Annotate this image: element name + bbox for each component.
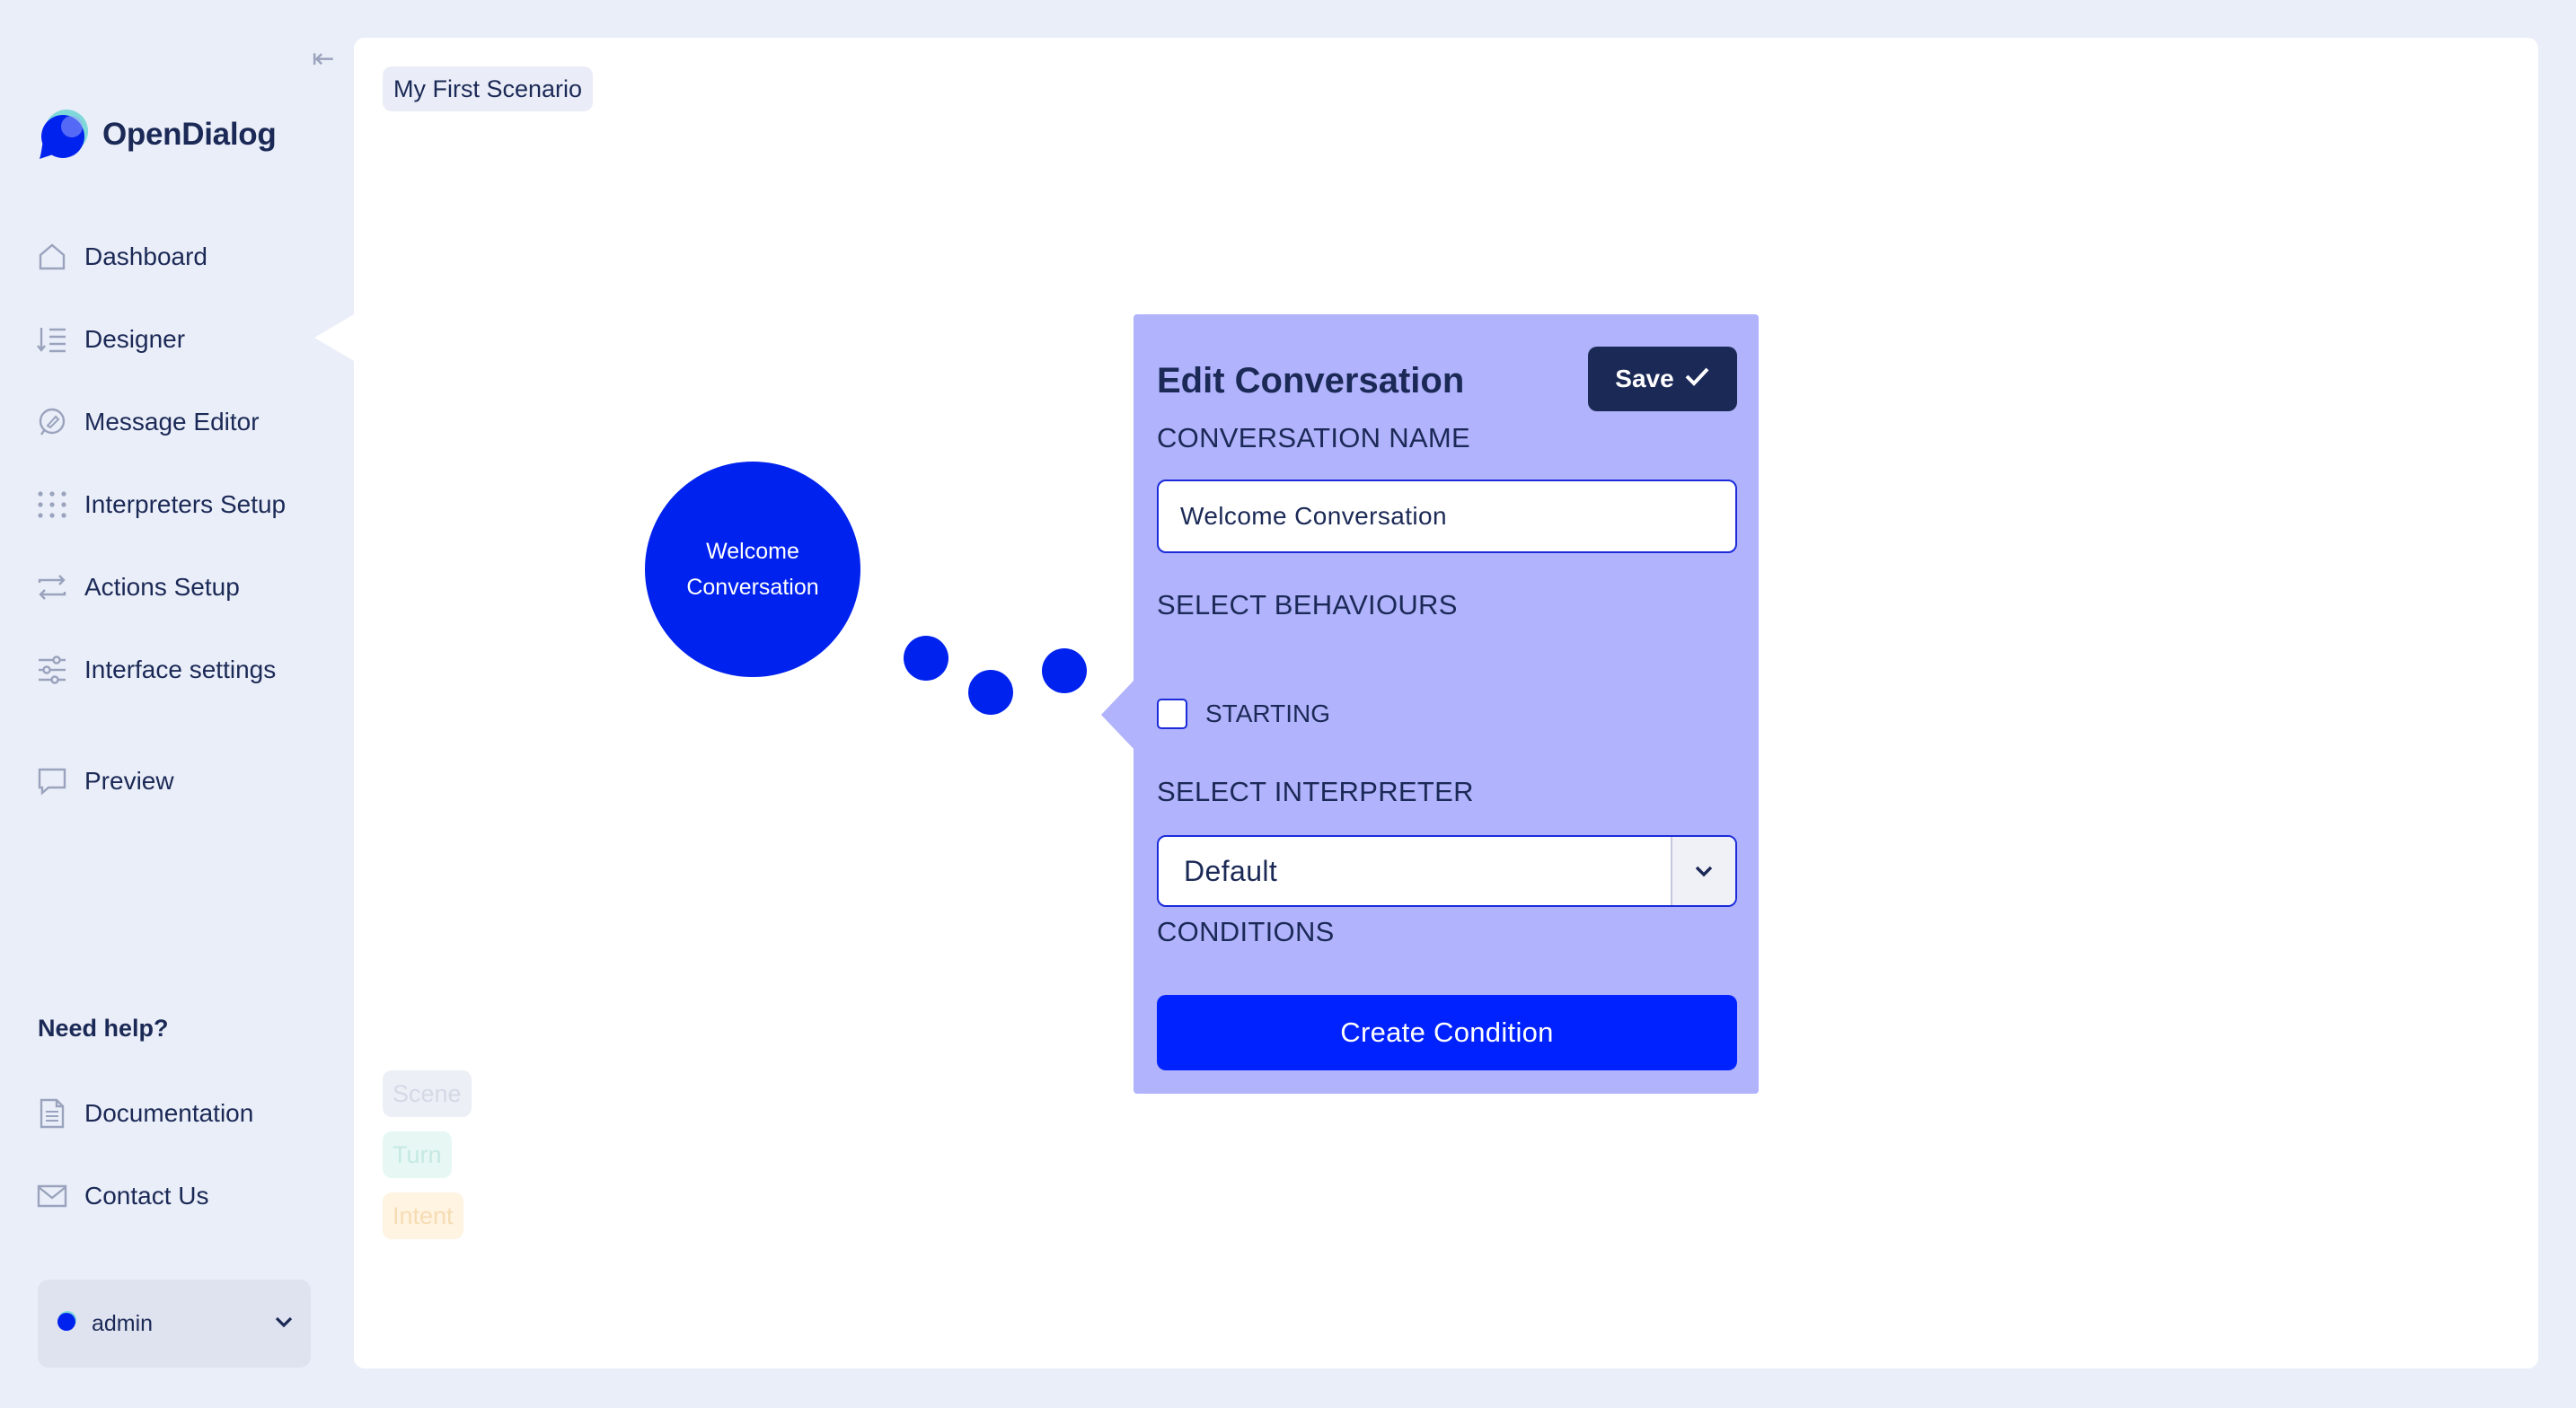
sidebar-item-label: Interpreters Setup bbox=[84, 490, 287, 518]
legend-turn: Turn bbox=[383, 1131, 452, 1178]
starting-checkbox-label: STARTING bbox=[1205, 700, 1330, 727]
avatar bbox=[54, 1309, 79, 1339]
sidebar-item-designer[interactable]: Designer bbox=[36, 316, 185, 363]
sidebar-item-label: Actions Setup bbox=[84, 573, 240, 601]
panel-arrow bbox=[1101, 679, 1135, 751]
conversation-node-label: Welcome Conversation bbox=[686, 539, 819, 600]
sidebar-item-documentation[interactable]: Documentation bbox=[36, 1090, 253, 1137]
conversation-name-label: CONVERSATION NAME bbox=[1157, 422, 1471, 453]
swap-arrows-icon bbox=[36, 571, 68, 603]
sidebar-item-message-editor[interactable]: Message Editor bbox=[36, 399, 260, 445]
sidebar-item-label: Dashboard bbox=[84, 242, 207, 270]
user-menu[interactable]: admin bbox=[38, 1280, 311, 1368]
save-button[interactable]: Save bbox=[1588, 347, 1737, 411]
sidebar-item-contact-us[interactable]: Contact Us bbox=[36, 1173, 209, 1219]
sidebar-item-interpreters-setup[interactable]: Interpreters Setup bbox=[36, 481, 286, 528]
sidebar-item-preview[interactable]: Preview bbox=[36, 758, 174, 805]
breadcrumb-scenario[interactable]: My First Scenario bbox=[383, 66, 594, 111]
logo-text: OpenDialog bbox=[102, 117, 277, 152]
interpreter-select-value: Default bbox=[1184, 854, 1278, 887]
designer-canvas: My First Scenario Welcome Conversation E… bbox=[354, 38, 2538, 1368]
interpreter-select[interactable]: Default bbox=[1157, 835, 1737, 907]
checkmark-icon bbox=[1683, 363, 1710, 396]
help-title: Need help? bbox=[38, 1015, 169, 1042]
chevron-down-icon bbox=[273, 1311, 295, 1337]
grid-dots-icon bbox=[36, 488, 68, 521]
edit-conversation-panel: Edit Conversation Save CONVERSATION NAME… bbox=[1134, 314, 1759, 1094]
designer-list-icon bbox=[36, 323, 68, 356]
legend-intent: Intent bbox=[383, 1192, 463, 1239]
connector-dot bbox=[968, 670, 1013, 715]
conditions-label: CONDITIONS bbox=[1157, 916, 1335, 947]
conversation-name-input[interactable] bbox=[1157, 480, 1737, 553]
select-interpreter-label: SELECT INTERPRETER bbox=[1157, 776, 1474, 807]
collapse-sidebar-button[interactable]: ⇤ bbox=[305, 45, 341, 74]
connector-dot bbox=[1042, 648, 1087, 693]
home-icon bbox=[36, 241, 68, 273]
select-behaviours-label: SELECT BEHAVIOURS bbox=[1157, 589, 1458, 620]
active-nav-pointer bbox=[314, 314, 354, 361]
sliders-icon bbox=[36, 654, 68, 686]
sidebar: ⇤ OpenDialog Dashboard Designer Message … bbox=[0, 0, 354, 1408]
sidebar-item-interface-settings[interactable]: Interface settings bbox=[36, 647, 276, 693]
create-condition-button[interactable]: Create Condition bbox=[1157, 995, 1737, 1070]
conversation-node[interactable]: Welcome Conversation bbox=[645, 462, 860, 677]
sidebar-item-label: Contact Us bbox=[84, 1182, 209, 1210]
document-icon bbox=[36, 1097, 68, 1130]
sidebar-item-label: Interface settings bbox=[84, 656, 277, 683]
save-button-label: Save bbox=[1615, 365, 1674, 392]
starting-checkbox[interactable] bbox=[1157, 699, 1187, 729]
mail-icon bbox=[36, 1180, 68, 1212]
panel-title: Edit Conversation bbox=[1157, 361, 1465, 400]
collapse-left-icon: ⇤ bbox=[312, 44, 335, 74]
message-edit-icon bbox=[36, 406, 68, 438]
connector-dot bbox=[904, 636, 948, 681]
sidebar-item-actions-setup[interactable]: Actions Setup bbox=[36, 564, 240, 611]
user-name: admin bbox=[92, 1310, 154, 1336]
chevron-down-icon[interactable] bbox=[1671, 837, 1735, 905]
sidebar-item-label: Preview bbox=[84, 767, 174, 795]
legend-scene: Scene bbox=[383, 1070, 472, 1117]
logo-icon bbox=[36, 107, 92, 163]
chat-preview-icon bbox=[36, 765, 68, 797]
sidebar-item-label: Designer bbox=[84, 325, 186, 353]
starting-behaviour-option: STARTING bbox=[1157, 699, 1330, 729]
sidebar-item-dashboard[interactable]: Dashboard bbox=[36, 233, 207, 280]
logo[interactable]: OpenDialog bbox=[36, 106, 277, 163]
sidebar-item-label: Documentation bbox=[84, 1099, 254, 1127]
sidebar-item-label: Message Editor bbox=[84, 408, 260, 436]
